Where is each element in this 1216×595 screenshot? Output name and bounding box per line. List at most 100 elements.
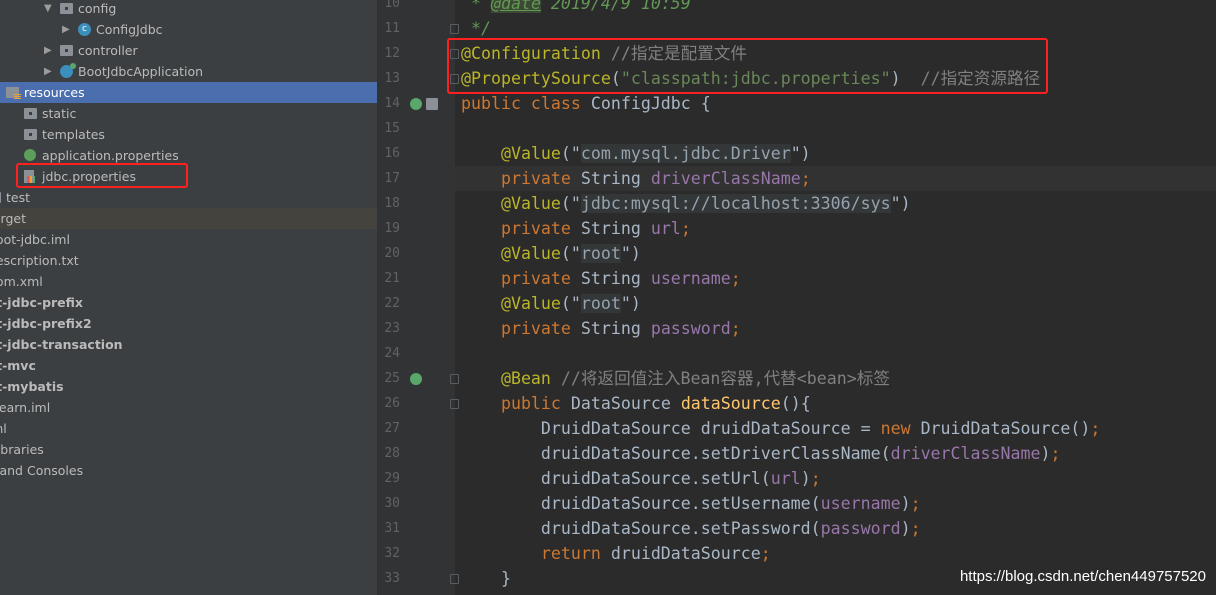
fold-marker-icon[interactable] — [450, 24, 459, 34]
line-number: 13 — [384, 71, 400, 86]
tree-item-label: templates — [42, 127, 105, 142]
code-token: @Bean — [461, 369, 551, 388]
code-token: ; — [800, 169, 811, 188]
fold-marker-icon[interactable] — [450, 574, 459, 584]
code-token: * — [461, 0, 491, 13]
tree-item-label: config — [78, 1, 117, 16]
tree-item[interactable]: ▶ controller — [0, 40, 377, 61]
tree-item[interactable]: target — [0, 208, 377, 229]
code-token: driverClassName — [890, 444, 1041, 463]
code-line: private String password; — [461, 316, 741, 341]
tree-item[interactable]: boot-mybatis — [0, 376, 377, 397]
code-token: ) — [900, 494, 911, 513]
code-token: jdbc:mysql://localhost:3306/sys — [580, 194, 891, 213]
tree-item[interactable]: External Libraries — [0, 439, 377, 460]
code-token: //将返回值注入Bean容器,代替<bean>标签 — [550, 369, 890, 388]
tree-item[interactable]: boot-jdbc-prefix — [0, 292, 377, 313]
spring-properties-icon — [24, 149, 36, 161]
line-number: 30 — [384, 496, 400, 511]
code-token: ; — [730, 319, 741, 338]
chevron-down-icon[interactable]: ▼ — [44, 0, 52, 19]
line-number: 25 — [384, 371, 400, 386]
tree-item[interactable]: spring-learn.iml — [0, 397, 377, 418]
code-token: username — [820, 494, 901, 513]
project-tree[interactable]: ▼ config ▶ c ConfigJdbc ▶ controller ▶ BootJdbcA… — [0, 0, 378, 595]
tree-item[interactable]: application.properties — [0, 145, 377, 166]
tree-item[interactable]: boot-jdbc-transaction — [0, 334, 377, 355]
fold-marker-icon[interactable] — [450, 74, 459, 84]
tree-item-label: boot-mvc — [0, 358, 36, 373]
folder-icon — [0, 192, 1, 203]
tree-item[interactable]: description.txt — [0, 250, 377, 271]
fold-marker-icon[interactable] — [450, 374, 459, 384]
line-number: 12 — [384, 46, 400, 61]
resources-folder-icon — [6, 87, 21, 100]
code-token: ; — [910, 494, 921, 513]
tree-item[interactable]: templates — [0, 124, 377, 145]
tree-item[interactable]: static — [0, 103, 377, 124]
tree-item[interactable]: pom.xml — [0, 271, 377, 292]
code-token: (" — [560, 244, 581, 263]
tree-item[interactable]: pom.xml — [0, 418, 377, 439]
tree-item[interactable]: ▶ c ConfigJdbc — [0, 19, 377, 40]
code-token: */ — [461, 19, 491, 38]
fold-marker-icon[interactable] — [450, 49, 459, 59]
code-token: String — [580, 269, 651, 288]
code-token: url — [650, 219, 681, 238]
code-token: ) — [890, 69, 921, 88]
tree-item-label: resources — [24, 85, 85, 100]
spring-bean-icon[interactable] — [410, 373, 422, 385]
tree-item[interactable]: boot-jdbc.iml — [0, 229, 377, 250]
code-token: @Value — [461, 244, 561, 263]
code-line: */ — [461, 16, 491, 41]
code-line: return druidDataSource; — [461, 541, 771, 566]
code-token: ; — [1090, 419, 1101, 438]
code-token: return — [461, 544, 611, 563]
code-token: druidDataSource — [610, 544, 761, 563]
fold-marker-icon[interactable] — [450, 399, 459, 409]
code-line: @PropertySource("classpath:jdbc.properti… — [461, 66, 1040, 91]
line-number: 24 — [384, 346, 400, 361]
folder-icon — [60, 45, 73, 56]
code-token: druidDataSource.setPassword( — [461, 519, 821, 538]
code-token: root — [580, 244, 621, 263]
chevron-right-icon[interactable]: ▶ — [44, 61, 52, 82]
code-line: @Value("root") — [461, 291, 641, 316]
code-token: new — [880, 419, 921, 438]
folder-icon — [60, 3, 73, 14]
tree-item[interactable]: boot-mvc — [0, 355, 377, 376]
tree-item-label: BootJdbcApplication — [78, 64, 204, 79]
folder-icon — [24, 129, 37, 140]
code-token: ") — [620, 294, 641, 313]
line-number: 20 — [384, 246, 400, 261]
code-line: * @date 2019/4/9 10:59 — [461, 0, 691, 16]
tree-item-label: pom.xml — [0, 274, 43, 289]
code-token: ") — [790, 144, 811, 163]
code-line: @Value("jdbc:mysql://localhost:3306/sys"… — [461, 191, 911, 216]
tree-item[interactable]: ▼ config — [0, 0, 377, 19]
tree-item[interactable]: Scratches and Consoles — [0, 460, 377, 481]
tree-item[interactable]: ▶ BootJdbcApplication — [0, 61, 377, 82]
tree-item-label: Scratches and Consoles — [0, 463, 84, 478]
line-number: 19 — [384, 221, 400, 236]
tree-item[interactable]: jdbc.properties — [0, 166, 377, 187]
code-token: username — [650, 269, 731, 288]
chevron-right-icon[interactable]: ▶ — [62, 19, 70, 40]
tree-item-label: target — [0, 211, 27, 226]
tree-item[interactable]: boot-jdbc-prefix2 — [0, 313, 377, 334]
line-number: 11 — [384, 21, 400, 36]
code-token: private — [461, 319, 581, 338]
line-number: 28 — [384, 446, 400, 461]
code-token: url — [770, 469, 801, 488]
code-token: 2019/4/9 10:59 — [540, 0, 691, 13]
tree-item[interactable]: test — [0, 187, 377, 208]
line-number: 21 — [384, 271, 400, 286]
tree-item-label: static — [42, 106, 77, 121]
spring-bean-class-icon[interactable] — [410, 98, 422, 110]
chevron-right-icon[interactable]: ▶ — [44, 40, 52, 61]
tree-item[interactable]: resources — [0, 82, 377, 103]
implementation-icon[interactable] — [426, 98, 438, 110]
code-token: ) — [1040, 444, 1051, 463]
folder-icon — [24, 108, 37, 119]
line-number: 15 — [384, 121, 400, 136]
